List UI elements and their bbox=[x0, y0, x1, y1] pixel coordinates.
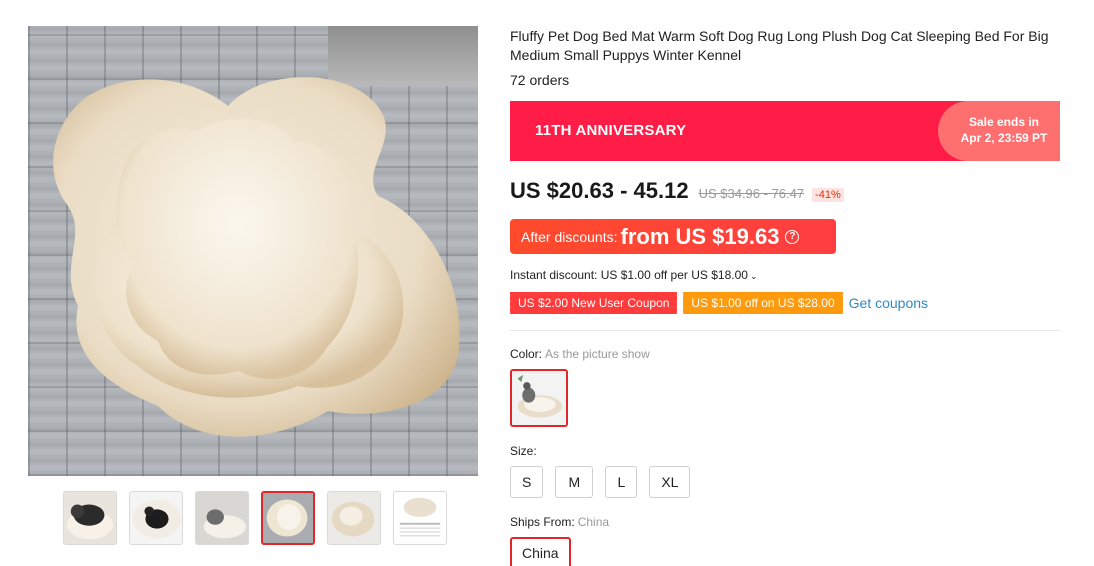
color-label-text: Color: bbox=[510, 347, 543, 361]
original-price: US $34.96 - 76.47 bbox=[698, 186, 805, 201]
product-title: Fluffy Pet Dog Bed Mat Warm Soft Dog Rug… bbox=[510, 28, 1049, 63]
sale-countdown: Sale ends in Apr 2, 23:59 PT bbox=[938, 101, 1060, 161]
size-options: S M L XL bbox=[510, 466, 691, 498]
banner-title: 11TH ANNIVERSARY bbox=[535, 122, 687, 139]
after-discounts-banner: After discounts: from US $19.63 ? bbox=[510, 219, 836, 254]
ships-from-label-text: Ships From: bbox=[510, 515, 575, 529]
thumbnail-2[interactable] bbox=[129, 491, 183, 545]
current-price: US $20.63 - 45.12 bbox=[510, 178, 689, 203]
question-circle-icon[interactable]: ? bbox=[785, 229, 800, 244]
sale-ends-label: Sale ends in bbox=[968, 115, 1040, 129]
color-value: As the picture show bbox=[545, 347, 650, 361]
new-user-coupon[interactable]: US $2.00 New User Coupon bbox=[507, 292, 678, 314]
discount-badge: -41% bbox=[812, 188, 844, 202]
divider bbox=[510, 330, 1060, 331]
color-option-selected[interactable] bbox=[510, 369, 568, 427]
thumbnail-1[interactable] bbox=[63, 491, 117, 545]
main-product-image[interactable] bbox=[28, 26, 478, 476]
price-row: US $20.63 - 45.12 US $34.96 - 76.47 -41% bbox=[510, 178, 844, 204]
color-label: Color: As the picture show bbox=[510, 347, 650, 361]
size-option-m[interactable]: M bbox=[555, 466, 594, 498]
ships-from-label: Ships From: China bbox=[510, 515, 609, 529]
thumbnail-strip bbox=[63, 491, 447, 545]
after-discounts-label: After discounts: bbox=[521, 228, 618, 245]
size-label: Size: bbox=[510, 444, 537, 458]
store-coupon[interactable]: US $1.00 off on US $28.00 bbox=[681, 292, 843, 314]
fur-mat-illustration bbox=[53, 77, 460, 437]
thumbnail-5[interactable] bbox=[327, 491, 381, 545]
sale-ends-date: Apr 2, 23:59 PT bbox=[960, 131, 1048, 145]
size-option-xl[interactable]: XL bbox=[649, 466, 691, 498]
coupon-row: US $2.00 New User Coupon US $1.00 off on… bbox=[507, 292, 928, 314]
ships-from-option-china[interactable]: China bbox=[510, 537, 571, 566]
instant-discount[interactable]: Instant discount: US $1.00 off per US $1… bbox=[510, 268, 757, 282]
orders-count: 72 orders bbox=[510, 72, 570, 88]
thumbnail-6[interactable] bbox=[393, 491, 447, 545]
color-swatch-image bbox=[512, 371, 566, 425]
anniversary-banner: 11TH ANNIVERSARY Sale ends in Apr 2, 23:… bbox=[510, 101, 1060, 161]
instant-discount-text: Instant discount: US $1.00 off per US $1… bbox=[510, 268, 748, 282]
chevron-down-icon: ⌄ bbox=[749, 271, 758, 281]
after-discounts-amount: from US $19.63 bbox=[620, 223, 780, 249]
size-option-l[interactable]: L bbox=[605, 466, 638, 498]
ships-from-value: China bbox=[577, 515, 610, 529]
get-coupons-link[interactable]: Get coupons bbox=[849, 295, 928, 311]
thumbnail-4-selected[interactable] bbox=[261, 491, 315, 545]
size-option-s[interactable]: S bbox=[510, 466, 544, 498]
thumbnail-3[interactable] bbox=[195, 491, 249, 545]
